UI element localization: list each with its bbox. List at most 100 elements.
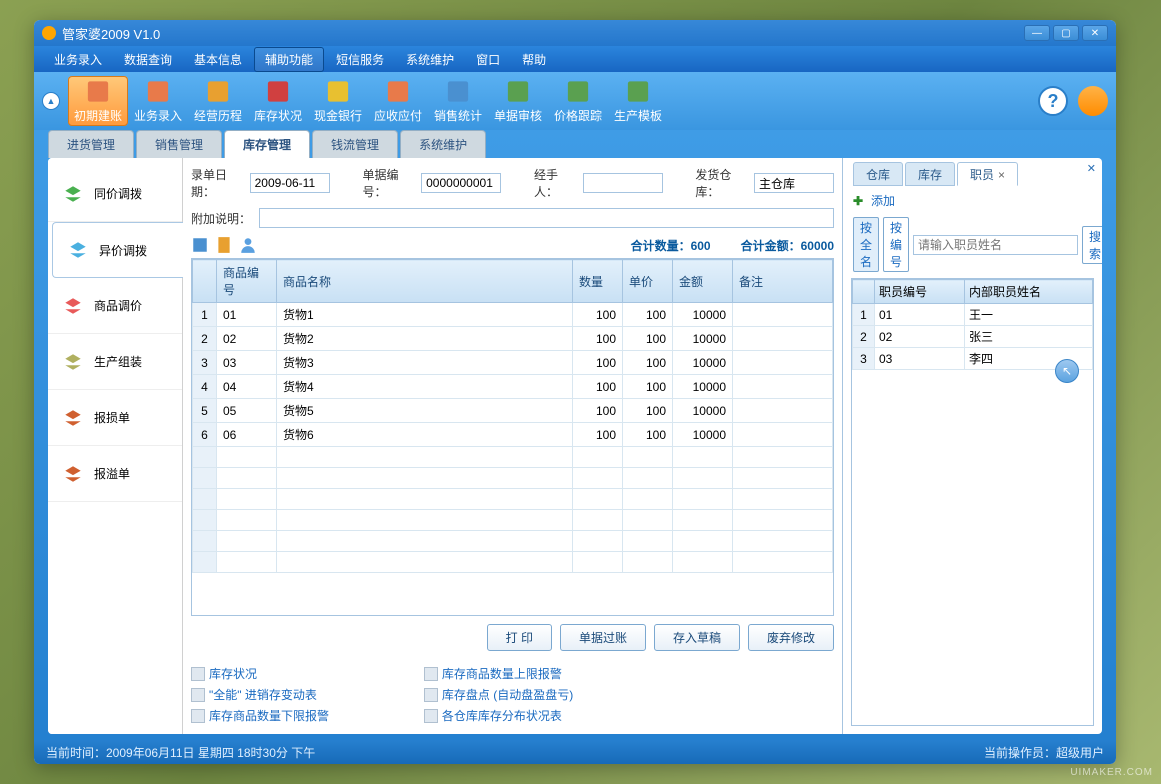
filter-fullname-button[interactable]: 按全名 <box>853 217 879 272</box>
main-tab-1[interactable]: 销售管理 <box>136 130 222 158</box>
menu-item-6[interactable]: 窗口 <box>466 48 510 71</box>
quick-link-0[interactable]: 库存状况 <box>191 665 384 682</box>
toolbar-price-icon[interactable]: 价格跟踪 <box>548 76 608 126</box>
table-row[interactable] <box>193 489 833 510</box>
maximize-button[interactable]: ▢ <box>1053 25 1079 41</box>
link-icon <box>424 688 438 702</box>
link-icon <box>191 667 205 681</box>
sidebar-item-5[interactable]: 报溢单 <box>48 446 182 502</box>
employee-row[interactable]: 101王一 <box>853 304 1093 326</box>
table-row[interactable] <box>193 531 833 552</box>
main-tab-0[interactable]: 进货管理 <box>48 130 134 158</box>
right-tab-0[interactable]: 仓库 <box>853 162 903 186</box>
up-arrow-icon[interactable]: ↖ <box>1055 359 1079 383</box>
content-area: 进货管理销售管理库存管理钱流管理系统维护 同价调拨异价调拨商品调价生产组装报损单… <box>34 130 1116 740</box>
warehouse-label: 发货仓库： <box>695 166 746 200</box>
sidebar-item-1[interactable]: 异价调拨 <box>52 222 183 278</box>
close-button[interactable]: ✕ <box>1082 25 1108 41</box>
stock-icon <box>264 78 292 105</box>
table-row[interactable] <box>193 447 833 468</box>
right-tab-2[interactable]: 职员× <box>957 162 1018 186</box>
toolbar-ledger-icon[interactable]: 初期建账 <box>68 76 128 126</box>
toolbar-audit-icon[interactable]: 单据审核 <box>488 76 548 126</box>
print-button[interactable]: 打 印 <box>487 624 552 651</box>
sidebar-item-2[interactable]: 商品调价 <box>48 278 182 334</box>
quick-link-5[interactable]: 各仓库库存分布状况表 <box>424 707 617 724</box>
discard-button[interactable]: 废弃修改 <box>748 624 834 651</box>
handler-input[interactable] <box>583 173 663 193</box>
menu-item-3[interactable]: 辅助功能 <box>254 47 324 72</box>
menu-item-4[interactable]: 短信服务 <box>326 48 394 71</box>
search-button[interactable]: 搜索 <box>1082 226 1102 264</box>
right-panel: ✕ 仓库库存职员× ✚ 添加 按全名 按编号 搜索 职员编号内部职员姓名101王… <box>842 158 1102 734</box>
table-row[interactable]: 404货物410010010000 <box>193 375 833 399</box>
items-grid[interactable]: 商品编号商品名称数量单价金额备注101货物110010010000202货物21… <box>191 258 834 616</box>
search-input[interactable] <box>913 235 1078 255</box>
table-row[interactable]: 101货物110010010000 <box>193 303 833 327</box>
main-tab-4[interactable]: 系统维护 <box>400 130 486 158</box>
main-panel: 同价调拨异价调拨商品调价生产组装报损单报溢单 录单日期： 单据编号： 经手人： … <box>48 158 1102 734</box>
main-tab-3[interactable]: 钱流管理 <box>312 130 398 158</box>
table-row[interactable] <box>193 552 833 573</box>
note-label: 附加说明： <box>191 210 251 227</box>
menu-item-0[interactable]: 业务录入 <box>44 48 112 71</box>
note-input[interactable] <box>259 208 834 228</box>
toolbar-chart-icon[interactable]: 销售统计 <box>428 76 488 126</box>
org-icon[interactable] <box>191 236 209 254</box>
draft-button[interactable]: 存入草稿 <box>654 624 740 651</box>
post-button[interactable]: 单据过账 <box>560 624 646 651</box>
collapse-toggle[interactable]: ▲ <box>42 92 60 110</box>
transfer-diff-icon <box>67 239 89 261</box>
quick-link-4[interactable]: 库存商品数量下限报警 <box>191 707 384 724</box>
toolbar-receivable-icon[interactable]: 应收应付 <box>368 76 428 126</box>
table-row[interactable]: 606货物610010010000 <box>193 423 833 447</box>
menu-item-1[interactable]: 数据查询 <box>114 48 182 71</box>
table-row[interactable]: 505货物510010010000 <box>193 399 833 423</box>
sum-amt-label: 合计金额： <box>741 239 801 253</box>
quick-link-3[interactable]: 库存盘点 (自动盘盈盘亏) <box>424 686 617 703</box>
toolbar: ▲ 初期建账业务录入经营历程库存状况现金银行应收应付销售统计单据审核价格跟踪生产… <box>34 72 1116 130</box>
warehouse-input[interactable] <box>754 173 834 193</box>
menu-item-5[interactable]: 系统维护 <box>396 48 464 71</box>
quick-link-1[interactable]: 库存商品数量上限报警 <box>424 665 617 682</box>
minimize-button[interactable]: — <box>1024 25 1050 41</box>
menu-item-7[interactable]: 帮助 <box>512 48 556 71</box>
sidebar-item-4[interactable]: 报损单 <box>48 390 182 446</box>
tab-close-icon[interactable]: × <box>998 168 1005 182</box>
table-row[interactable]: 202货物210010010000 <box>193 327 833 351</box>
main-tab-2[interactable]: 库存管理 <box>224 130 310 158</box>
sidebar-item-3[interactable]: 生产组装 <box>48 334 182 390</box>
menubar: 业务录入数据查询基本信息辅助功能短信服务系统维护窗口帮助 <box>34 46 1116 72</box>
filter-id-button[interactable]: 按编号 <box>883 217 909 272</box>
panel-close-icon[interactable]: ✕ <box>1087 162 1096 175</box>
date-label: 录单日期： <box>191 166 242 200</box>
sidebar-item-0[interactable]: 同价调拨 <box>48 166 182 222</box>
menu-item-2[interactable]: 基本信息 <box>184 48 252 71</box>
toolbar-edit-icon[interactable]: 业务录入 <box>128 76 188 126</box>
employee-grid[interactable]: 职员编号内部职员姓名101王一202张三303李四 ↖ <box>851 278 1094 726</box>
link-icon <box>191 688 205 702</box>
table-row[interactable] <box>193 468 833 489</box>
toolbar-cash-icon[interactable]: 现金银行 <box>308 76 368 126</box>
building-icon[interactable] <box>215 236 233 254</box>
toolbar-stock-icon[interactable]: 库存状况 <box>248 76 308 126</box>
person-icon[interactable] <box>239 236 257 254</box>
link-icon <box>424 709 438 723</box>
add-label[interactable]: 添加 <box>871 192 895 209</box>
employee-row[interactable]: 202张三 <box>853 326 1093 348</box>
quick-link-2[interactable]: "全能" 进销存变动表 <box>191 686 384 703</box>
plus-icon[interactable]: ✚ <box>853 194 867 208</box>
assistant-icon[interactable] <box>1078 86 1108 116</box>
table-row[interactable] <box>193 510 833 531</box>
watermark: UIMAKER.COM <box>1070 767 1153 778</box>
date-input[interactable] <box>250 173 330 193</box>
window-title: 管家婆2009 V1.0 <box>62 24 1024 43</box>
help-icon[interactable]: ? <box>1038 86 1068 116</box>
handler-label: 经手人： <box>534 166 575 200</box>
table-row[interactable]: 303货物310010010000 <box>193 351 833 375</box>
doc-input[interactable] <box>421 173 501 193</box>
toolbar-template-icon[interactable]: 生产模板 <box>608 76 668 126</box>
app-icon <box>42 26 56 40</box>
toolbar-history-icon[interactable]: 经营历程 <box>188 76 248 126</box>
right-tab-1[interactable]: 库存 <box>905 162 955 186</box>
